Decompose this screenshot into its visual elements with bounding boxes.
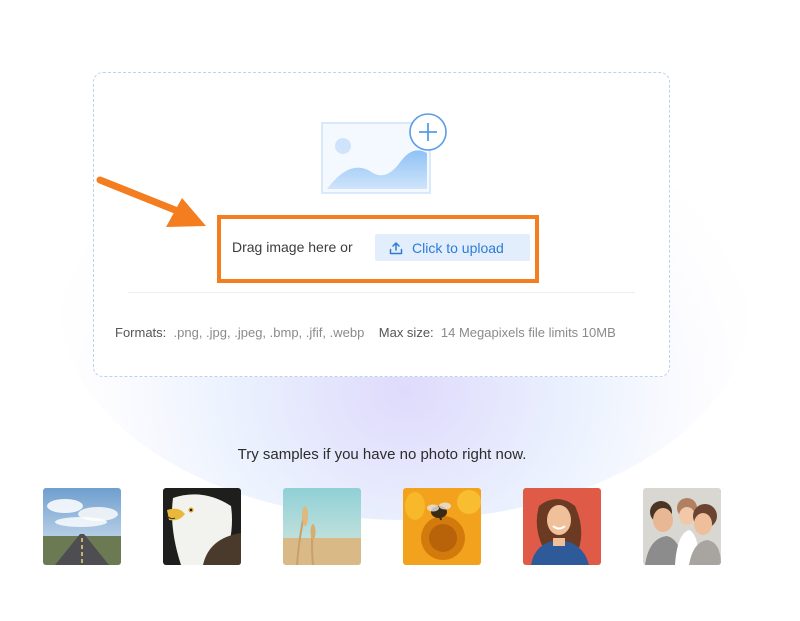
wheat-photo-icon <box>283 488 361 565</box>
upload-button-label: Click to upload <box>412 239 504 256</box>
sample-eagle[interactable] <box>163 488 241 565</box>
eagle-photo-icon <box>163 488 241 565</box>
sample-bee-sunflower[interactable] <box>403 488 481 565</box>
annotation-arrow-icon <box>96 176 206 227</box>
click-to-upload-button[interactable]: Click to upload <box>375 234 530 261</box>
divider <box>128 292 635 293</box>
formats-label: Formats: <box>115 325 167 340</box>
sample-wheat[interactable] <box>283 488 361 565</box>
max-size-label: Max size: <box>378 325 434 340</box>
smiling-woman-photo-icon <box>523 488 601 565</box>
sample-road[interactable] <box>43 488 121 565</box>
sample-family[interactable] <box>643 488 721 565</box>
drag-image-text: Drag image here or <box>232 239 353 255</box>
road-photo-icon <box>43 488 121 565</box>
bee-sunflower-photo-icon <box>403 488 481 565</box>
sample-smiling-woman[interactable] <box>523 488 601 565</box>
samples-title: Try samples if you have no photo right n… <box>237 446 527 463</box>
add-image-icon <box>321 113 447 194</box>
max-size-value: 14 Megapixels file limits 10MB <box>440 325 616 340</box>
formats-value: .png, .jpg, .jpeg, .bmp, .jfif, .webp <box>173 325 365 340</box>
file-requirements: Formats: .png, .jpg, .jpeg, .bmp, .jfif,… <box>115 324 616 342</box>
family-photo-icon <box>643 488 721 565</box>
upload-icon <box>389 241 403 255</box>
